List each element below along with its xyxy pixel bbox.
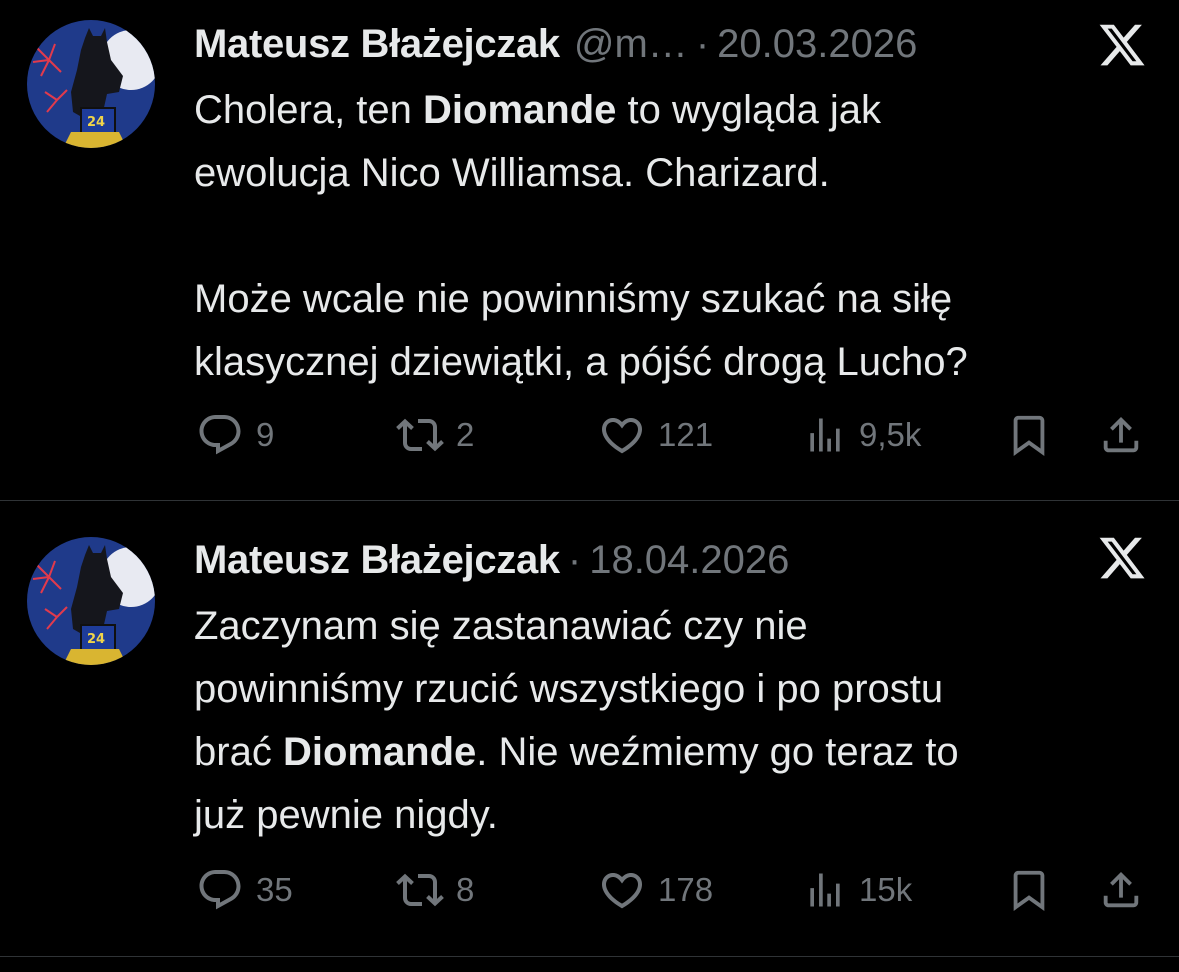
tweet-text-line: już pewnie nigdy. <box>194 793 498 837</box>
like-button[interactable]: 121 <box>598 405 713 465</box>
tweet-divider <box>0 956 1179 957</box>
retweet-icon <box>396 418 444 452</box>
x-logo-icon <box>1099 24 1145 66</box>
views-button[interactable]: 15k <box>803 860 912 920</box>
tweet-text-line: ewolucja Nico Williamsa. Charizard. <box>194 151 830 195</box>
avatar[interactable]: 24 <box>27 537 155 665</box>
tweet-header: Mateusz Błażejczak @m… · 20.03.2026 <box>194 18 1139 70</box>
reply-bubble-icon <box>199 870 241 910</box>
tweet-text-line: Może wcale nie powinniśmy szukać na siłę <box>194 277 953 321</box>
heart-icon <box>601 873 643 909</box>
author-name[interactable]: Mateusz Błażejczak <box>194 538 560 583</box>
tweet-date[interactable]: 18.04.2026 <box>589 538 789 583</box>
views-button[interactable]: 9,5k <box>803 405 921 465</box>
bold-mention: Diomande <box>282 730 477 774</box>
bookmark-button[interactable] <box>1006 405 1052 465</box>
share-button[interactable] <box>1098 405 1144 465</box>
tweet-card[interactable]: 24 Mateusz Błażejczak @m… · 20.03.2026 C… <box>0 0 1179 500</box>
tweet-text-line: brać Diomande. Nie weźmiemy go teraz to <box>194 730 959 774</box>
tweet-text-line: Zaczynam się zastanawiać czy nie <box>194 604 808 648</box>
views-count: 15k <box>859 871 913 908</box>
bookmark-icon <box>1013 415 1045 456</box>
action-bar: 9 2 121 9,5k <box>0 405 1179 465</box>
share-button[interactable] <box>1098 860 1144 920</box>
avatar[interactable]: 24 <box>27 20 155 148</box>
heart-icon <box>601 418 643 454</box>
views-count: 9,5k <box>859 416 922 453</box>
tweet-date[interactable]: 20.03.2026 <box>717 22 917 67</box>
author-handle[interactable]: @m… <box>574 22 688 67</box>
bookmark-icon <box>1013 870 1045 911</box>
avatar-jersey-number: 24 <box>87 115 105 130</box>
reply-button[interactable]: 35 <box>196 860 293 920</box>
bookmark-button[interactable] <box>1006 860 1052 920</box>
action-bar: 35 8 178 15k <box>0 860 1179 920</box>
tweet-text-line: Cholera, ten Diomande to wygląda jak <box>194 88 881 132</box>
retweet-button[interactable]: 2 <box>396 405 474 465</box>
like-count: 121 <box>658 416 714 453</box>
share-upload-icon <box>1103 416 1139 453</box>
reply-bubble-icon <box>199 415 241 455</box>
tweet-text-line: klasycznej dziewiątki, a pójść drogą Luc… <box>194 340 968 384</box>
bold-mention: Diomande <box>423 88 617 132</box>
like-button[interactable]: 178 <box>598 860 713 920</box>
separator-dot: · <box>567 537 582 582</box>
tweet-header: Mateusz Błażejczak · 18.04.2026 <box>194 534 1139 586</box>
like-count: 178 <box>658 871 714 908</box>
retweet-button[interactable]: 8 <box>396 860 474 920</box>
x-logo-icon <box>1099 537 1145 579</box>
views-bar-chart-icon <box>810 873 840 907</box>
tweet-text-line: powinniśmy rzucić wszystkiego i po prost… <box>194 667 944 711</box>
reply-button[interactable]: 9 <box>196 405 274 465</box>
paragraph-break <box>194 205 1149 268</box>
author-name[interactable]: Mateusz Błażejczak <box>194 22 560 67</box>
retweet-icon <box>396 873 444 907</box>
reply-count: 35 <box>256 871 293 908</box>
separator-dot: · <box>695 21 710 66</box>
tweet-text: Cholera, ten Diomande to wygląda jak ewo… <box>194 79 1149 394</box>
retweet-count: 8 <box>456 871 475 908</box>
retweet-count: 2 <box>456 416 475 453</box>
views-bar-chart-icon <box>810 418 840 452</box>
tweet-text: Zaczynam się zastanawiać czy nie powinni… <box>194 595 1149 847</box>
avatar-jersey-number: 24 <box>87 632 105 647</box>
reply-count: 9 <box>256 416 275 453</box>
share-upload-icon <box>1103 871 1139 908</box>
